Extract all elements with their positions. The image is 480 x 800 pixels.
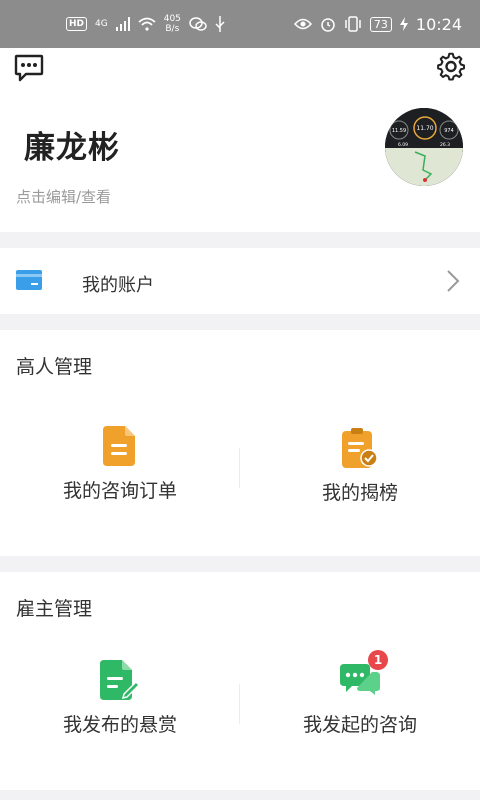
chat-icon-wrap: 1	[340, 650, 388, 700]
employer-section-title: 雇主管理	[16, 598, 93, 620]
edit-document-icon	[100, 660, 140, 700]
clipboard-check-icon	[342, 428, 378, 468]
chevron-right-icon	[447, 270, 460, 292]
expert-management-section: 高人管理 我的咨询订单 我的揭榜	[0, 330, 480, 556]
battery-level: 73	[369, 16, 392, 32]
avatar-stat-main: 11.70	[416, 125, 433, 132]
charging-icon	[399, 17, 408, 31]
my-consult-orders-tile[interactable]: 我的咨询订单	[0, 426, 240, 503]
network-speed: 405 B/s	[164, 14, 181, 34]
alarm-icon	[321, 18, 335, 32]
gear-icon[interactable]	[436, 52, 466, 82]
my-accepted-bounties-label: 我的揭榜	[321, 482, 398, 504]
speed-value: 405	[163, 14, 181, 24]
avatar[interactable]: 11.70 11.59 974 6.09 26.3	[385, 108, 463, 186]
vibrate-icon	[345, 16, 361, 32]
my-consult-orders-label: 我的咨询订单	[62, 480, 177, 502]
speed-unit: B/s	[165, 24, 180, 34]
avatar-stat-left: 11.59	[392, 128, 406, 134]
usb-icon	[215, 16, 225, 32]
wifi-icon	[138, 17, 156, 31]
profile-header: 廉龙彬 点击编辑/查看 11.70 11.59 974 6.09 26.3	[0, 48, 480, 232]
edit-profile-hint[interactable]: 点击编辑/查看	[16, 186, 111, 207]
employer-management-section: 雇主管理 我发布的悬赏 1 我发起的咨询	[0, 572, 480, 790]
my-account-row[interactable]: 我的账户	[0, 248, 480, 314]
clock: 10:24	[415, 14, 462, 34]
my-initiated-consults-label: 我发起的咨询	[302, 714, 417, 736]
my-initiated-consults-tile[interactable]: 1 我发起的咨询	[240, 650, 480, 737]
wechat-icon	[189, 17, 207, 31]
avatar-stat-lower-left: 6.09	[398, 142, 408, 148]
user-name[interactable]: 廉龙彬	[24, 122, 120, 167]
my-posted-rewards-label: 我发布的悬赏	[62, 714, 177, 736]
hd-indicator: HD	[66, 17, 88, 31]
my-account-label: 我的账户	[82, 275, 154, 296]
status-bar-right: 73 10:24	[293, 14, 462, 34]
avatar-stat-lower-right: 26.3	[440, 142, 450, 148]
message-icon[interactable]	[14, 54, 44, 82]
document-icon	[103, 426, 135, 466]
avatar-stat-right: 974	[444, 128, 454, 134]
status-bar-left: HD 4G 405 B/s	[66, 14, 225, 34]
my-accepted-bounties-tile[interactable]: 我的揭榜	[240, 428, 480, 505]
credit-card-icon	[16, 270, 42, 290]
avatar-image: 11.70 11.59 974 6.09 26.3	[385, 108, 463, 186]
network-type: 4G	[95, 19, 108, 29]
expert-section-title: 高人管理	[16, 356, 93, 378]
my-posted-rewards-tile[interactable]: 我发布的悬赏	[0, 660, 240, 737]
eye-icon	[293, 18, 312, 30]
signal-icon	[115, 17, 130, 31]
unread-badge: 1	[368, 650, 388, 670]
status-bar: HD 4G 405 B/s 73 10:24	[0, 0, 480, 48]
